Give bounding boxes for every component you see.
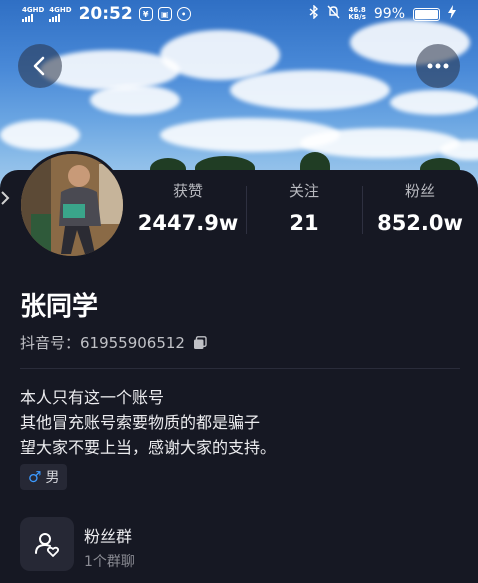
bio-line: 其他冒充账号索要物质的都是骗子 <box>20 413 261 432</box>
stat-value: 852.0w <box>377 211 463 235</box>
sim1-label: 4GHD <box>22 5 45 14</box>
charging-icon <box>448 5 456 23</box>
more-dots-icon <box>427 63 449 69</box>
stat-value: 21 <box>289 211 319 235</box>
male-icon: ♂ <box>28 468 42 486</box>
section-divider <box>20 368 460 369</box>
fan-group-button[interactable] <box>20 517 74 571</box>
stat-likes[interactable]: 获赞 2447.9w <box>130 180 246 235</box>
chat-notification-icon: • <box>176 7 191 21</box>
fan-group-title[interactable]: 粉丝群 <box>84 523 132 547</box>
fan-group-subtitle: 1个群聊 <box>84 554 135 570</box>
chevron-left-icon <box>33 56 45 76</box>
profile-bio: 本人只有这一个账号 其他冒充账号索要物质的都是骗子 望大家不要上当，感谢大家的支… <box>20 385 276 460</box>
net-speed-unit: KB/s <box>348 13 366 21</box>
stat-value: 2447.9w <box>137 211 239 235</box>
more-options-button[interactable] <box>416 44 460 88</box>
stat-followers[interactable]: 粉丝 852.0w <box>362 180 478 235</box>
bluetooth-icon <box>309 4 319 23</box>
sim2-signal-icon: 4GHD <box>49 5 72 22</box>
net-speed: 46.8 KB/s <box>348 7 365 21</box>
account-id-row[interactable]: 抖音号：61955906512 <box>20 332 207 353</box>
account-id: 抖音号：61955906512 <box>20 334 185 352</box>
battery-percent: 99% <box>373 6 405 22</box>
back-button[interactable] <box>18 44 62 88</box>
battery-icon <box>413 7 440 21</box>
mute-bell-icon <box>327 5 340 23</box>
bio-line: 本人只有这一个账号 <box>20 388 165 407</box>
gender-tag: ♂ 男 <box>20 464 68 490</box>
gender-label: 男 <box>45 470 60 486</box>
fan-group-icon <box>35 533 60 557</box>
bio-line: 望大家不要上当，感谢大家的支持。 <box>20 438 277 457</box>
notification-app-icon: ¥ <box>138 7 153 21</box>
side-expand-arrow-icon[interactable] <box>0 190 14 218</box>
profile-stats: 获赞 2447.9w 关注 21 粉丝 852.0w <box>130 180 478 235</box>
status-bar: 4GHD 4GHD 20:52 ¥ ▣ • 46.8 KB/s 99% <box>0 0 478 28</box>
stat-label: 粉丝 <box>404 182 435 200</box>
sim1-signal-icon: 4GHD <box>22 5 45 22</box>
copy-icon[interactable] <box>193 335 207 350</box>
stat-following[interactable]: 关注 21 <box>246 180 362 235</box>
avatar[interactable] <box>18 151 126 259</box>
status-time: 20:52 <box>78 4 133 24</box>
stat-label: 获赞 <box>172 182 203 200</box>
gallery-notification-icon: ▣ <box>157 7 172 21</box>
stat-label: 关注 <box>288 182 319 200</box>
profile-name: 张同学 <box>20 292 99 322</box>
sim2-label: 4GHD <box>49 5 72 14</box>
